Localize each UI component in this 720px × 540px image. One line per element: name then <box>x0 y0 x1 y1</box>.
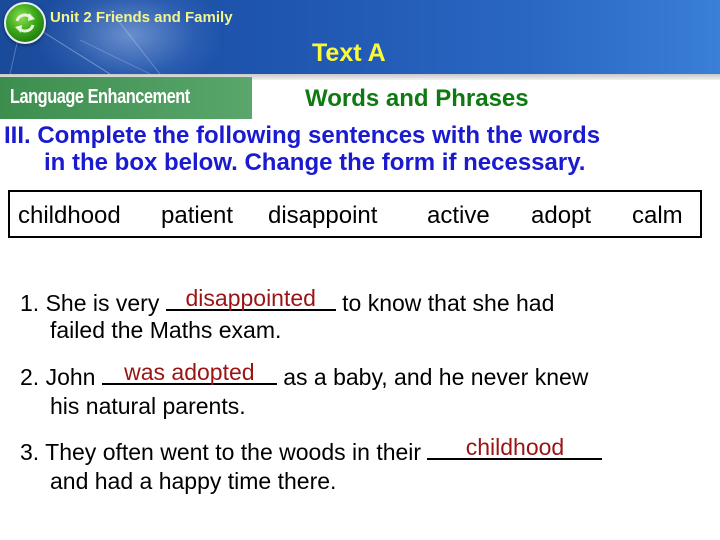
question-number: 2. <box>20 364 40 390</box>
refresh-arrows-icon <box>4 2 46 44</box>
question-1: 1. She is very disappointed to know that… <box>20 287 554 317</box>
question-2: 2. John was adopted as a baby, and he ne… <box>20 361 588 391</box>
question-3: 3. They often went to the woods in their… <box>20 434 603 466</box>
question-text-before: They often went to the woods in their <box>45 439 422 465</box>
instructions: III. Complete the following sentences wi… <box>4 122 716 176</box>
banner-label: Language Enhancement <box>10 86 190 108</box>
question-text-after: as a baby, and he never knew <box>283 364 589 390</box>
instructions-line-1: III. Complete the following sentences wi… <box>4 122 601 149</box>
word-box: childhood patient disappoint active adop… <box>8 190 702 238</box>
question-text-before: She is very <box>45 290 160 316</box>
question-text-before: John <box>45 364 96 390</box>
question-1-continuation: failed the Maths exam. <box>50 317 282 343</box>
answer-text: disappointed <box>185 285 316 311</box>
word-box-item: childhood <box>18 202 121 229</box>
unit-title: Unit 2 Friends and Family <box>50 9 233 26</box>
word-box-item: active <box>427 202 490 229</box>
question-number: 3. <box>20 439 40 465</box>
word-box-item: disappoint <box>268 202 378 229</box>
word-box-item: adopt <box>531 202 592 229</box>
question-3-continuation: and had a happy time there. <box>50 468 337 494</box>
answer-blank[interactable]: childhood <box>427 434 603 460</box>
answer-text: childhood <box>465 434 565 460</box>
answer-blank[interactable]: disappointed <box>165 285 336 311</box>
section-banner: Language Enhancement <box>0 77 252 119</box>
text-title: Text A <box>312 39 386 67</box>
section-title: Words and Phrases <box>305 85 529 112</box>
instructions-line-2: in the box below. Change the form if nec… <box>44 149 586 176</box>
question-number: 1. <box>20 290 40 316</box>
answer-text: was adopted <box>124 359 255 385</box>
answer-blank[interactable]: was adopted <box>101 359 277 385</box>
word-box-item: calm <box>632 202 683 229</box>
slide-header: Unit 2 Friends and Family Text A <box>0 0 720 74</box>
question-2-continuation: his natural parents. <box>50 393 246 419</box>
question-text-after: to know that she had <box>342 290 555 316</box>
word-box-item: patient <box>161 202 234 229</box>
